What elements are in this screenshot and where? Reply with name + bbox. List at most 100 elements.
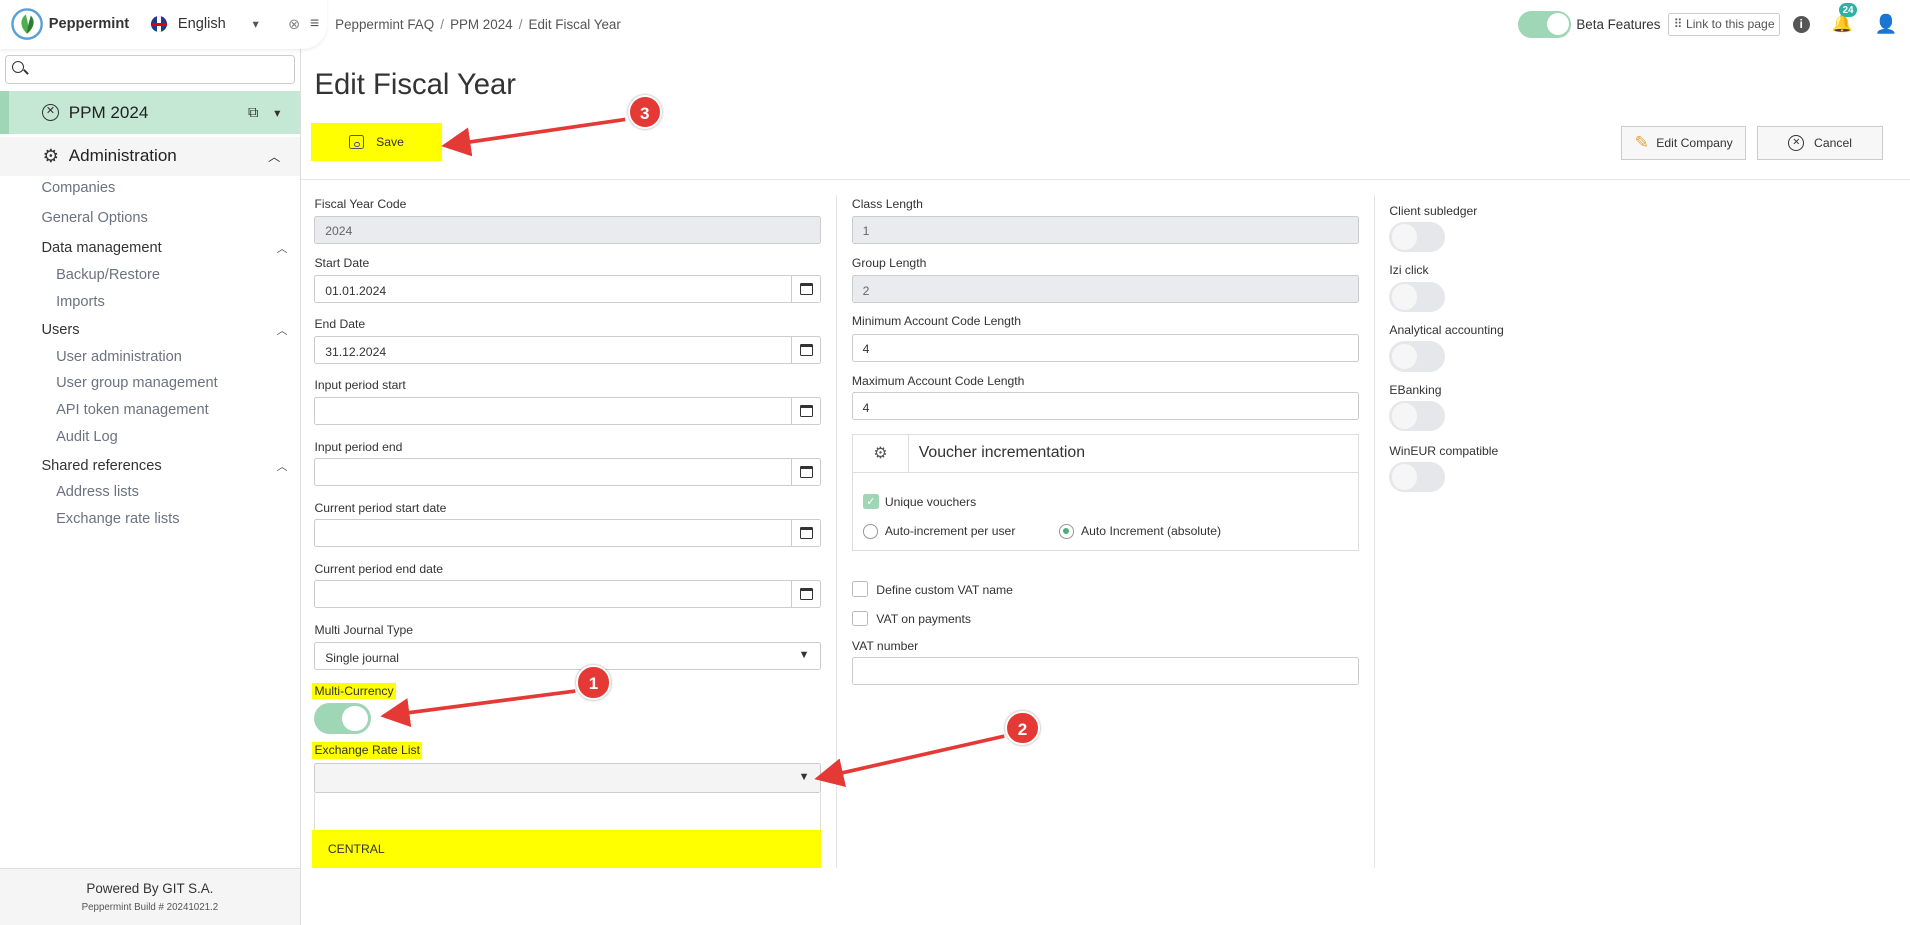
min-account-code-field[interactable]: 4	[851, 333, 1359, 362]
class-length-label: Class Length	[851, 197, 923, 212]
breadcrumb-item[interactable]: PPM 2024	[450, 17, 513, 32]
current-period-start-field[interactable]	[314, 519, 822, 548]
chevron-up-icon[interactable]: ︿	[277, 240, 288, 256]
calendar-icon[interactable]	[791, 520, 820, 546]
wineur-compatible-toggle[interactable]	[1389, 461, 1446, 493]
language-selector[interactable]: English	[178, 16, 226, 32]
chevron-up-icon[interactable]: ︿	[268, 147, 280, 165]
vat-number-field[interactable]	[851, 656, 1359, 685]
sidebar-item-api-token-management[interactable]: API token management	[56, 402, 209, 418]
beta-features-toggle[interactable]	[1517, 10, 1572, 38]
multi-journal-type-select[interactable]: Single journal ▼	[314, 642, 822, 671]
fiscal-year-code-label: Fiscal Year Code	[314, 197, 407, 212]
multi-journal-type-value: Single journal	[325, 650, 399, 665]
top-right-toolbar: Beta Features ⠿ Link to this page i 🔔 24 …	[1517, 3, 1898, 39]
input-period-end-field[interactable]	[314, 458, 822, 487]
user-icon[interactable]: 👤	[1875, 13, 1898, 35]
multi-currency-toggle[interactable]	[314, 703, 371, 734]
exchange-rate-list-select[interactable]: ▼	[314, 762, 822, 794]
column-divider	[836, 195, 838, 868]
custom-vat-label: Define custom VAT name	[876, 582, 1013, 597]
unique-vouchers-checkbox[interactable]: ✓	[862, 493, 879, 510]
calendar-icon[interactable]	[791, 398, 820, 424]
chevron-down-icon[interactable]: ▾	[274, 106, 280, 120]
input-period-start-field[interactable]	[314, 397, 822, 426]
info-icon[interactable]: i	[1792, 15, 1810, 33]
sidebar-item-general-options[interactable]: General Options	[41, 210, 147, 226]
save-label: Save	[376, 134, 404, 149]
sidebar-search-input[interactable]	[30, 59, 287, 79]
beta-features-label: Beta Features	[1576, 16, 1661, 32]
breadcrumb: Peppermint FAQ / PPM 2024/Edit Fiscal Year	[335, 17, 621, 33]
hamburger-menu-icon[interactable]: ≡	[310, 15, 319, 33]
end-date-label: End Date	[314, 316, 366, 331]
sidebar-group-users[interactable]: Users ︿	[41, 322, 292, 338]
sidebar-search[interactable]	[4, 54, 295, 85]
uk-flag-icon	[151, 16, 167, 33]
annotation-marker-2: 2	[1005, 710, 1040, 745]
breadcrumb-item-current: Edit Fiscal Year	[528, 17, 621, 33]
analytical-accounting-label: Analytical accounting	[1389, 322, 1504, 337]
start-date-field[interactable]: 01.01.2024	[314, 275, 822, 304]
dropdown-option-central[interactable]: CENTRAL	[312, 829, 822, 868]
sidebar-item-imports[interactable]: Imports	[56, 294, 105, 310]
ebanking-toggle[interactable]	[1389, 400, 1446, 432]
input-period-start-label: Input period start	[314, 377, 406, 392]
annotation-marker-3: 3	[627, 95, 662, 130]
sidebar-item-administration[interactable]: ⚙ Administration ︿	[0, 136, 300, 176]
custom-vat-checkbox[interactable]	[851, 581, 868, 598]
multi-journal-type-label: Multi Journal Type	[314, 622, 413, 637]
chevron-up-icon[interactable]: ︿	[277, 458, 288, 474]
max-account-code-field[interactable]: 4	[851, 392, 1359, 421]
vat-payments-checkbox[interactable]	[851, 610, 868, 627]
wineur-compatible-label: WinEUR compatible	[1389, 443, 1499, 458]
sidebar-item-companies[interactable]: Companies	[41, 180, 115, 196]
external-link-icon[interactable]: ⧉	[248, 105, 258, 121]
sidebar-item-ppm-2024[interactable]: ✕ PPM 2024 ⧉ ▾	[0, 91, 300, 135]
close-circle-icon[interactable]: ⊗	[288, 16, 300, 33]
annotation-arrow-3	[441, 117, 626, 157]
sidebar-item-audit-log[interactable]: Audit Log	[56, 429, 118, 445]
sidebar-item-user-administration[interactable]: User administration	[56, 349, 182, 365]
cancel-label: Cancel	[1814, 135, 1852, 150]
column-divider	[1373, 195, 1375, 868]
chevron-up-icon[interactable]: ︿	[277, 322, 288, 338]
group-label: Data management	[41, 240, 162, 257]
end-date-value: 31.12.2024	[325, 344, 387, 359]
sidebar-item-address-lists[interactable]: Address lists	[56, 484, 139, 500]
group-length-field: 2	[851, 275, 1359, 304]
end-date-field[interactable]: 31.12.2024	[314, 336, 822, 365]
calendar-icon[interactable]	[791, 459, 820, 485]
breadcrumb-item[interactable]: Peppermint FAQ	[335, 17, 434, 32]
calendar-icon[interactable]	[791, 581, 820, 607]
notification-bell-icon[interactable]: 🔔 24	[1832, 3, 1858, 34]
link-to-page-button[interactable]: ⠿ Link to this page	[1667, 12, 1781, 37]
max-account-code-label: Maximum Account Code Length	[851, 374, 1025, 389]
izi-click-toggle[interactable]	[1389, 281, 1446, 312]
sidebar-item-backup-restore[interactable]: Backup/Restore	[56, 267, 160, 283]
peppermint-logo[interactable]	[9, 7, 44, 42]
current-period-end-label: Current period end date	[314, 561, 444, 576]
sidebar-item-exchange-rate-lists[interactable]: Exchange rate lists	[56, 511, 179, 527]
sidebar-group-data-management[interactable]: Data management ︿	[41, 240, 292, 256]
cancel-button[interactable]: ✕ Cancel	[1757, 125, 1883, 160]
save-icon	[349, 134, 364, 150]
calendar-icon[interactable]	[791, 337, 820, 363]
client-subledger-toggle[interactable]	[1389, 221, 1446, 253]
auto-increment-per-user-radio[interactable]	[862, 524, 878, 539]
edit-company-button[interactable]: ✎ Edit Company	[1620, 125, 1747, 160]
voucher-panel-title: Voucher incrementation	[918, 444, 1086, 462]
sidebar-group-shared-references[interactable]: Shared references ︿	[41, 458, 292, 474]
fiscal-year-code-field: 2024	[314, 215, 822, 244]
calendar-icon[interactable]	[791, 276, 820, 303]
current-period-end-field[interactable]	[314, 580, 822, 609]
group-label: Users	[41, 321, 80, 338]
analytical-accounting-toggle[interactable]	[1389, 341, 1446, 372]
chevron-down-icon[interactable]: ▾	[253, 17, 259, 31]
close-circle-icon[interactable]: ✕	[41, 104, 59, 122]
sidebar-item-user-group-management[interactable]: User group management	[56, 375, 218, 391]
vat-number-label: VAT number	[851, 638, 919, 653]
sidebar-item-label: Administration	[68, 146, 177, 165]
auto-increment-absolute-radio[interactable]	[1059, 524, 1074, 539]
save-button[interactable]: Save	[310, 123, 443, 161]
